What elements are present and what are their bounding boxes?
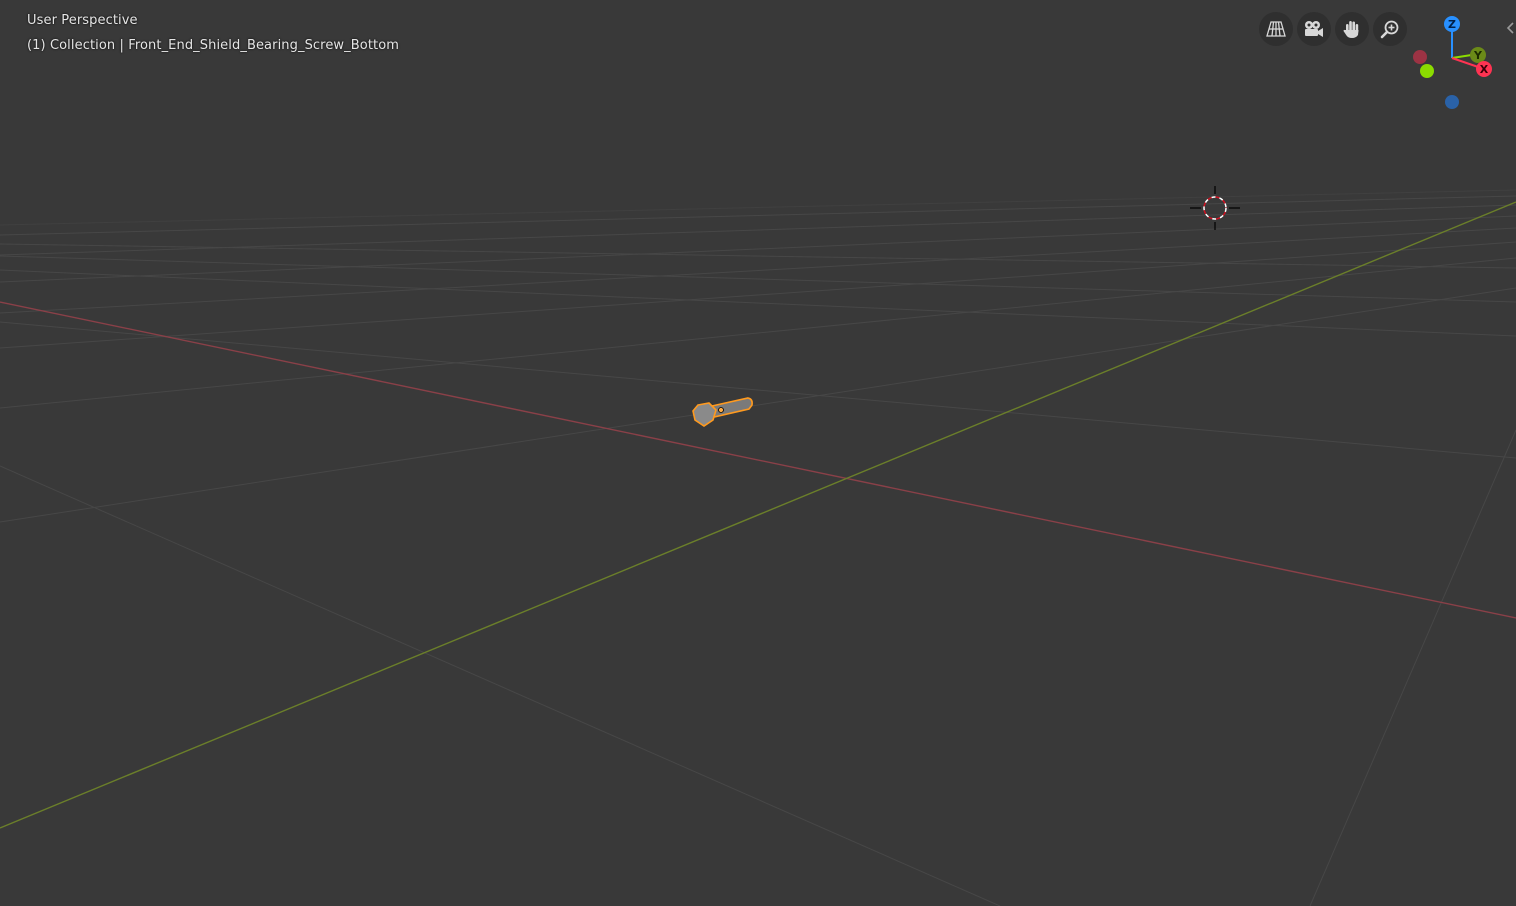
3d-viewport[interactable]: User Perspective (1) Collection | Front_… xyxy=(0,0,1516,906)
grid-perspective-icon xyxy=(1266,21,1286,37)
camera-icon xyxy=(1305,21,1323,37)
active-object-info: (1) Collection | Front_End_Shield_Bearin… xyxy=(27,38,400,53)
y-axis-line xyxy=(0,201,1516,829)
pan-view-button[interactable] xyxy=(1335,12,1369,46)
gizmo-x-handle[interactable]: X xyxy=(1476,61,1492,77)
gizmo-x-label: X xyxy=(1480,63,1489,76)
sidebar-toggle-chevron-icon[interactable] xyxy=(1503,18,1516,38)
floor-grid xyxy=(0,195,1516,906)
magnifier-plus-icon xyxy=(1380,20,1399,39)
gizmo-neg-y-handle[interactable] xyxy=(1420,64,1434,78)
selected-screw-object[interactable] xyxy=(692,397,753,427)
axis-gizmo[interactable]: Y X Z xyxy=(1405,10,1505,114)
gizmo-neg-x-handle[interactable] xyxy=(1413,50,1427,64)
view-name-label: User Perspective xyxy=(27,13,138,28)
toggle-perspective-button[interactable] xyxy=(1259,12,1293,46)
viewport-scene[interactable] xyxy=(0,0,1516,906)
x-axis-line xyxy=(0,301,1516,619)
gizmo-y-handle[interactable]: Y xyxy=(1470,47,1486,63)
gizmo-z-handle[interactable]: Z xyxy=(1444,16,1460,32)
zoom-view-button[interactable] xyxy=(1373,12,1407,46)
camera-view-button[interactable] xyxy=(1297,12,1331,46)
horizon-line xyxy=(0,189,1516,226)
gizmo-y-label: Y xyxy=(1473,49,1483,62)
gizmo-neg-z-handle[interactable] xyxy=(1445,95,1459,109)
3d-cursor-icon[interactable] xyxy=(1190,186,1240,230)
hand-icon xyxy=(1343,21,1359,38)
gizmo-z-label: Z xyxy=(1448,18,1456,31)
